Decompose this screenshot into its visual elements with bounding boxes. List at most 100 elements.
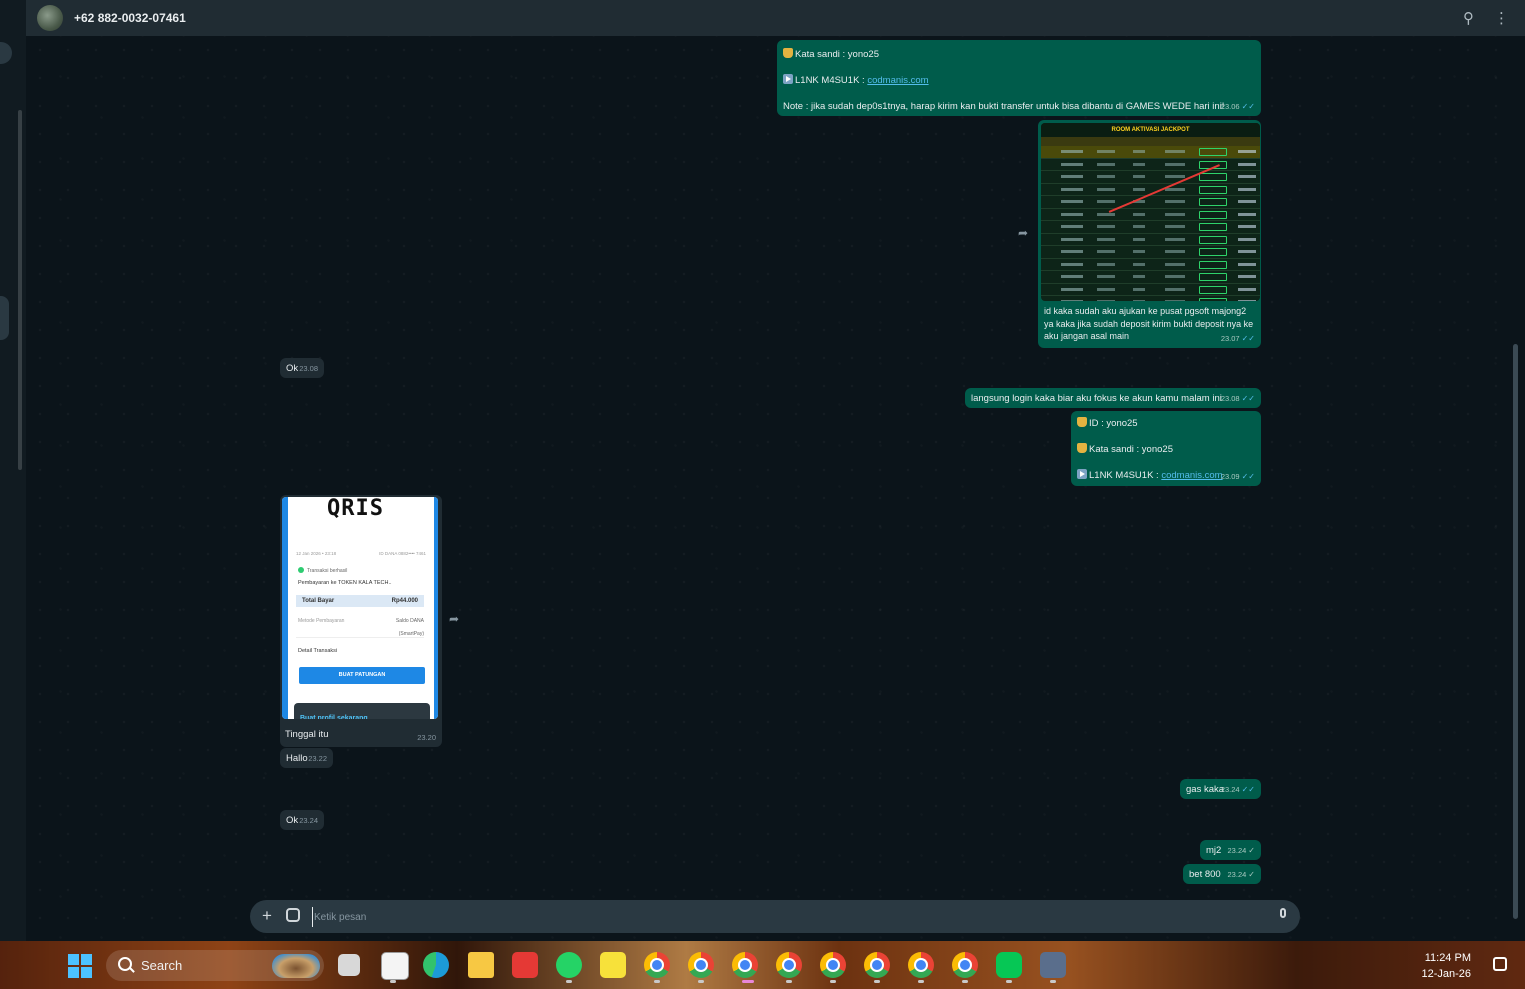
payment-to: Pembayaran ke TOKEN KALA TECH.. xyxy=(298,580,392,586)
chrome-profile-icon[interactable] xyxy=(732,952,758,978)
edge-browser-icon[interactable] xyxy=(423,952,449,978)
crown-emoji-icon xyxy=(783,48,793,58)
text-editor-icon[interactable] xyxy=(381,952,409,980)
message-outgoing[interactable]: mj2 23.24 ✓ xyxy=(1200,840,1261,860)
read-ticks-icon: ✓✓ xyxy=(1241,102,1255,111)
forward-icon[interactable]: ➦ xyxy=(1018,226,1028,240)
chrome-profile-icon[interactable] xyxy=(864,952,890,978)
file-explorer-icon[interactable] xyxy=(468,952,494,978)
message-outgoing[interactable]: langsung login kaka biar aku fokus ke ak… xyxy=(965,388,1261,408)
sidebar-tab-2[interactable] xyxy=(0,296,9,340)
chrome-profile-icon[interactable] xyxy=(908,952,934,978)
message-link[interactable]: codmanis.com xyxy=(1161,470,1222,481)
message-time: 23.07 ✓✓ xyxy=(1220,334,1255,343)
clock-time: 11:24 PM xyxy=(1424,952,1471,964)
message-incoming[interactable]: Ok 23.24 xyxy=(280,810,324,830)
message-line: Kata sandi : yono25 xyxy=(783,48,879,61)
sent-tick-icon: ✓ xyxy=(1248,846,1255,855)
jackpot-header-row xyxy=(1041,137,1260,146)
line-app-icon[interactable] xyxy=(996,952,1022,978)
taskbar-search[interactable]: Search xyxy=(106,950,324,981)
play-emoji-icon xyxy=(1077,469,1087,479)
taskbar-clock[interactable]: 11:24 PM 12-Jan-26 xyxy=(1421,950,1471,982)
message-line: Note : jika sudah dep0s1tnya, harap kiri… xyxy=(783,101,1225,112)
message-text: mj2 xyxy=(1206,845,1222,856)
chrome-profile-icon[interactable] xyxy=(952,952,978,978)
message-time: 23.24 xyxy=(299,816,318,825)
message-text: Ok xyxy=(286,363,299,374)
whatsapp-icon[interactable] xyxy=(556,952,582,978)
message-incoming[interactable]: Hallo 23.22 xyxy=(280,748,333,768)
message-text: gas kaka xyxy=(1186,784,1225,795)
crown-emoji-icon xyxy=(1077,443,1087,453)
message-text: Ok xyxy=(286,815,299,826)
message-time: 23.22 xyxy=(308,754,327,763)
taskbar-search-label: Search xyxy=(141,958,183,973)
microphone-icon[interactable] xyxy=(1280,908,1286,918)
contact-avatar[interactable] xyxy=(37,5,63,31)
contact-name[interactable]: +62 882-0032-07461 xyxy=(74,11,186,25)
chrome-profile-icon[interactable] xyxy=(688,952,714,978)
header-actions: ⚲ ⋮ xyxy=(1463,0,1509,36)
message-time: 23.08 ✓✓ xyxy=(1220,394,1255,403)
mail-app-icon[interactable] xyxy=(1040,952,1066,978)
notification-icon[interactable] xyxy=(1493,957,1507,971)
crown-emoji-icon xyxy=(1077,417,1087,427)
message-line: ID : yono25 xyxy=(1077,417,1138,430)
sidebar-tab[interactable] xyxy=(0,42,12,64)
message-outgoing[interactable]: gas kaka 23.24 ✓✓ xyxy=(1180,779,1261,799)
qris-receipt-image[interactable]: QRIS 12 Jan 2026 • 23:18 ID DANA 0882••••… xyxy=(282,497,438,719)
read-ticks-icon: ✓✓ xyxy=(1241,472,1255,481)
attach-plus-icon[interactable]: + xyxy=(262,906,272,926)
message-caption: Tinggal itu xyxy=(285,729,329,740)
chat-scrollbar[interactable] xyxy=(1513,344,1518,919)
message-time: 23.08 xyxy=(299,364,318,373)
message-outgoing-image[interactable]: ROOM AKTIVASI JACKPOT id kaka sudah aku … xyxy=(1038,120,1261,348)
message-time: 23.09 ✓✓ xyxy=(1220,472,1255,481)
chrome-profile-icon[interactable] xyxy=(644,952,670,978)
more-options-icon[interactable]: ⋮ xyxy=(1494,9,1509,27)
read-ticks-icon: ✓✓ xyxy=(1241,394,1255,403)
message-line: L1NK M4SU1K : codmanis.com xyxy=(783,74,929,87)
play-emoji-icon xyxy=(783,74,793,84)
chat-header: +62 882-0032-07461 ⚲ ⋮ xyxy=(26,0,1525,36)
chrome-profile-icon[interactable] xyxy=(776,952,802,978)
windows-taskbar: Search 11:24 PM 12-Jan-26 xyxy=(0,941,1525,989)
message-input[interactable] xyxy=(312,907,1216,927)
jackpot-image[interactable]: ROOM AKTIVASI JACKPOT xyxy=(1041,123,1260,301)
message-time: 23.06 ✓✓ xyxy=(1220,102,1255,111)
windows-start-icon[interactable] xyxy=(68,954,92,978)
message-time: 23.24 ✓✓ xyxy=(1220,785,1255,794)
message-link[interactable]: codmanis.com xyxy=(867,75,928,86)
sent-tick-icon: ✓ xyxy=(1248,870,1255,879)
message-incoming[interactable]: Ok 23.08 xyxy=(280,358,324,378)
jackpot-title: ROOM AKTIVASI JACKPOT xyxy=(1041,123,1260,137)
left-sidebar-strip xyxy=(0,0,27,941)
message-text: bet 800 xyxy=(1189,869,1221,880)
forward-icon[interactable]: ➦ xyxy=(449,612,459,626)
chat-panel: Kata sandi : yono25 L1NK M4SU1K : codman… xyxy=(26,36,1518,941)
qris-logo: QRIS xyxy=(327,497,384,521)
sticker-icon[interactable] xyxy=(286,908,300,922)
sidebar-scrollbar[interactable] xyxy=(18,110,22,470)
message-incoming-image[interactable]: QRIS 12 Jan 2026 • 23:18 ID DANA 0882••••… xyxy=(280,495,442,747)
clock-date: 12-Jan-26 xyxy=(1421,968,1471,980)
message-composer: + xyxy=(250,900,1300,933)
detail-label: Detail Transaksi xyxy=(298,648,338,654)
message-outgoing[interactable]: Kata sandi : yono25 L1NK M4SU1K : codman… xyxy=(777,40,1261,116)
read-ticks-icon: ✓✓ xyxy=(1241,334,1255,343)
message-time: 23.24 ✓ xyxy=(1227,870,1255,879)
message-time: 23.20 xyxy=(417,733,436,742)
sticky-notes-icon[interactable] xyxy=(600,952,626,978)
message-outgoing[interactable]: ID : yono25 Kata sandi : yono25 L1NK M4S… xyxy=(1071,411,1261,486)
message-outgoing[interactable]: bet 800 23.24 ✓ xyxy=(1183,864,1261,884)
search-icon[interactable]: ⚲ xyxy=(1463,9,1474,27)
message-text: langsung login kaka biar aku fokus ke ak… xyxy=(971,393,1222,404)
wps-office-icon[interactable] xyxy=(512,952,538,978)
total-row: Total Bayar Rp44.000 xyxy=(296,595,424,607)
task-view-icon[interactable] xyxy=(338,954,360,976)
buat-patungan-button: BUAT PATUNGAN xyxy=(299,667,425,684)
message-line: L1NK M4SU1K : codmanis.com xyxy=(1077,469,1223,482)
search-icon xyxy=(118,957,132,971)
chrome-profile-icon[interactable] xyxy=(820,952,846,978)
